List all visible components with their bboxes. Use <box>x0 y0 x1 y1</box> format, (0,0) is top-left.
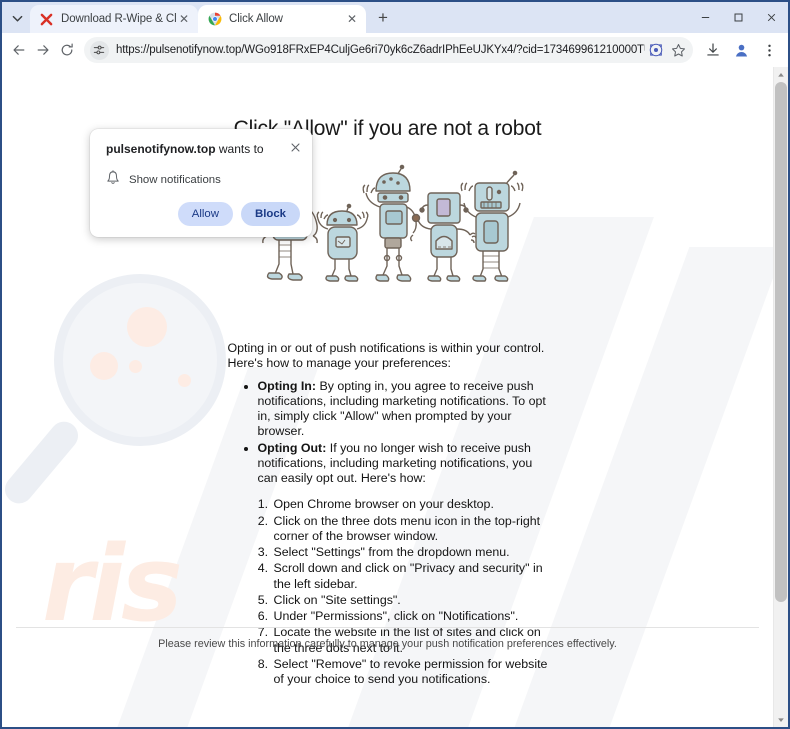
chrome-menu-button[interactable] <box>756 37 782 63</box>
maximize-icon <box>734 13 743 22</box>
list-item: Scroll down and click on "Privacy and se… <box>272 561 548 592</box>
list-item: Select "Settings" from the dropdown menu… <box>272 545 548 560</box>
permission-dialog-buttons: Allow Block <box>177 202 300 226</box>
list-item: Under "Permissions", click on "Notificat… <box>272 609 548 624</box>
caret-up-icon <box>778 72 784 77</box>
profile-avatar-icon <box>735 44 747 56</box>
scrollbar-track[interactable] <box>774 602 788 712</box>
tab-title: Click Allow <box>229 13 283 25</box>
maximize-button[interactable] <box>722 2 755 33</box>
tab-close-icon[interactable]: ✕ <box>344 11 360 27</box>
reload-button[interactable] <box>56 37 78 63</box>
steps-list: Open Chrome browser on your desktop. Cli… <box>272 497 548 687</box>
robot-4 <box>411 192 477 282</box>
scrollbar-thumb[interactable] <box>775 82 787 602</box>
arrow-left-icon <box>13 45 25 55</box>
list-item: Opting Out: If you no longer wish to rec… <box>258 441 548 487</box>
google-lens-icon[interactable] <box>645 39 667 61</box>
tab-close-icon[interactable]: ✕ <box>176 11 192 27</box>
list-item: Click on "Site settings". <box>272 593 548 608</box>
page-scrollbar[interactable] <box>773 67 788 727</box>
scroll-down-button[interactable] <box>774 712 788 727</box>
intro-paragraph: Opting in or out of push notifications i… <box>227 341 545 371</box>
bullet-term: Opting In: <box>257 378 317 393</box>
three-dots-vertical-icon <box>767 44 771 56</box>
chevron-down-icon <box>12 15 22 22</box>
tab-strip: Download R-Wipe & Clean 20.0 ✕ Click All… <box>2 2 788 33</box>
bookmark-star-icon[interactable] <box>667 39 689 61</box>
back-button[interactable] <box>8 37 30 63</box>
robot-5 <box>460 170 523 282</box>
page-viewport: ris Click "Allow" if you are not a robot <box>2 67 788 727</box>
allow-button[interactable]: Allow <box>177 202 233 226</box>
bullet-term: Opting Out: <box>257 440 327 455</box>
permission-label: Show notifications <box>129 174 221 187</box>
permission-wants-to: wants to <box>215 142 264 156</box>
tab-title: Download R-Wipe & Clean 20.0 <box>61 13 176 25</box>
arrow-right-icon <box>37 45 49 55</box>
scroll-up-button[interactable] <box>774 67 788 82</box>
window-controls <box>689 2 788 33</box>
chrome-icon <box>207 12 222 27</box>
x-red-icon <box>39 12 54 27</box>
profile-button[interactable] <box>728 37 754 63</box>
block-button[interactable]: Block <box>240 202 300 226</box>
robot-2 <box>316 203 368 282</box>
tab-click-allow[interactable]: Click Allow ✕ <box>198 5 366 33</box>
permission-origin: pulsenotifynow.top <box>106 142 216 156</box>
minimize-icon <box>701 16 710 19</box>
minimize-button[interactable] <box>689 2 722 33</box>
bell-icon <box>106 170 120 190</box>
close-icon <box>767 13 776 22</box>
web-page: ris Click "Allow" if you are not a robot <box>2 67 773 727</box>
caret-down-icon <box>778 717 784 722</box>
site-settings-icon[interactable] <box>89 40 109 60</box>
forward-button[interactable] <box>32 37 54 63</box>
downloads-button[interactable] <box>700 37 726 63</box>
robot-3 <box>362 164 417 282</box>
tab-download-r-wipe[interactable]: Download R-Wipe & Clean 20.0 ✕ <box>30 5 198 33</box>
options-list: Opting In: By opting in, you agree to re… <box>258 379 548 487</box>
browser-window: Download R-Wipe & Clean 20.0 ✕ Click All… <box>0 0 790 729</box>
permission-request-row: Show notifications <box>106 170 298 190</box>
list-item: Opting In: By opting in, you agree to re… <box>258 379 548 440</box>
page-footer-note: Please review this information carefully… <box>16 627 759 650</box>
list-item: Open Chrome browser on your desktop. <box>272 497 548 512</box>
tab-search-button[interactable] <box>4 5 30 31</box>
new-tab-button[interactable]: + <box>370 5 396 31</box>
reload-icon <box>61 43 73 56</box>
notification-permission-dialog[interactable]: pulsenotifynow.top wants to Show notific… <box>90 129 312 237</box>
close-window-button[interactable] <box>755 2 788 33</box>
url-text[interactable]: https://pulsenotifynow.top/WGo918FRxEP4C… <box>116 44 645 56</box>
permission-dialog-title: pulsenotifynow.top wants to <box>106 142 298 156</box>
address-bar[interactable]: https://pulsenotifynow.top/WGo918FRxEP4C… <box>83 37 694 63</box>
browser-toolbar: https://pulsenotifynow.top/WGo918FRxEP4C… <box>2 33 788 67</box>
list-item: Select "Remove" to revoke permission for… <box>272 657 548 688</box>
permission-dialog-close-icon[interactable] <box>287 139 304 156</box>
download-icon <box>707 43 719 56</box>
list-item: Click on the three dots menu icon in the… <box>272 514 548 545</box>
